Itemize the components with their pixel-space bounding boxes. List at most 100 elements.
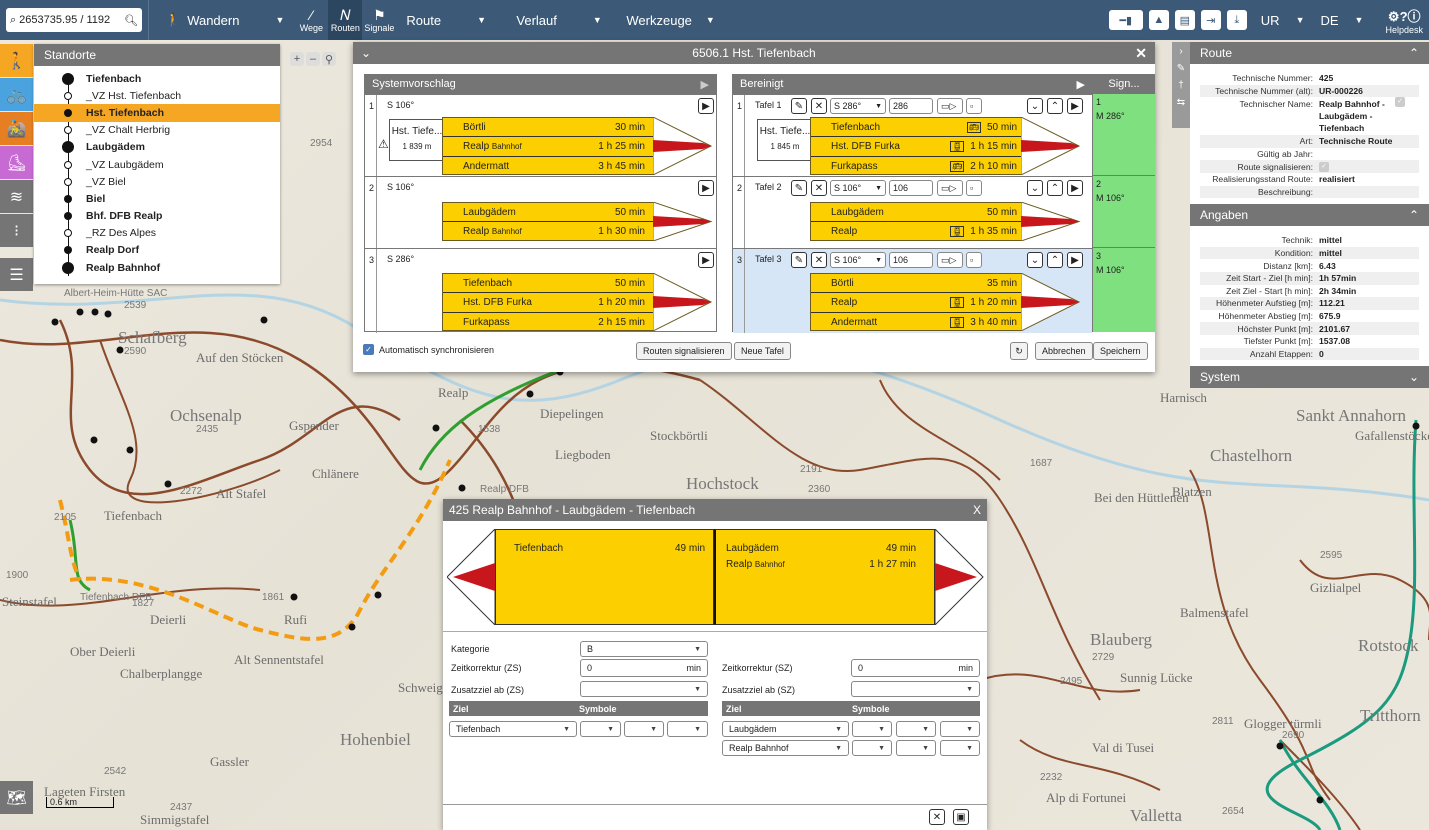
delete-button[interactable]: ✕: [811, 98, 827, 114]
save-route-button[interactable]: ▣: [953, 809, 969, 825]
auto-sync-checkbox[interactable]: ✓: [363, 344, 374, 355]
chevron-down-icon[interactable]: ▼: [1296, 15, 1305, 25]
plate-button[interactable]: ▫: [966, 252, 982, 268]
move-down-button[interactable]: ⌄: [1027, 98, 1043, 114]
symbol-select[interactable]: ▼: [896, 721, 936, 737]
signal-tool-button[interactable]: ━▮: [1108, 10, 1143, 30]
mtb-layer-button[interactable]: 🚵: [0, 112, 33, 145]
zoom-out-button[interactable]: –: [306, 52, 320, 66]
symbol-select[interactable]: ▼: [852, 721, 892, 737]
zusatzziel-sz-select[interactable]: ▼: [851, 681, 980, 697]
ziel-select[interactable]: Realp Bahnhof ▼: [722, 740, 849, 756]
helpdesk-button[interactable]: ⚙?ⓘ Helpdesk: [1385, 6, 1423, 35]
save-button[interactable]: Speichern: [1093, 342, 1148, 360]
chevron-right-icon[interactable]: ›: [1179, 46, 1182, 57]
symbol-select[interactable]: ▼: [896, 740, 936, 756]
signpost-icon[interactable]: †: [1178, 80, 1184, 91]
mountain-button[interactable]: ▲: [1148, 10, 1169, 30]
kategorie-select[interactable]: B ▼: [580, 641, 708, 657]
symbol-select[interactable]: ▼: [580, 721, 621, 737]
edit-button[interactable]: ✎: [791, 252, 807, 268]
degree-input[interactable]: 106: [889, 180, 933, 196]
standort-item[interactable]: Laubgädem: [34, 139, 280, 156]
move-down-button[interactable]: ⌄: [1027, 180, 1043, 196]
standorte-toggle-button[interactable]: ⁝: [0, 214, 33, 247]
degree-input[interactable]: 106: [889, 252, 933, 268]
coordinate-search[interactable]: ⌕ 2653735.95 / 1192 🔍︎: [6, 8, 142, 32]
standort-item[interactable]: _VZ Chalt Herbrig: [34, 122, 280, 139]
apply-button[interactable]: ▶: [1067, 252, 1083, 268]
menu-werkzeuge[interactable]: Werkzeuge ▼: [616, 0, 724, 40]
route-panel-header[interactable]: Route ⌃: [1190, 42, 1429, 64]
symbol-select[interactable]: ▼: [940, 740, 980, 756]
ziel-select[interactable]: Tiefenbach ▼: [449, 721, 577, 737]
symbol-select[interactable]: ▼: [667, 721, 708, 737]
refresh-button[interactable]: ↻: [1010, 342, 1028, 360]
cancel-button[interactable]: Abbrechen: [1035, 342, 1093, 360]
move-up-button[interactable]: ⌃: [1047, 98, 1063, 114]
move-up-button[interactable]: ⌃: [1047, 252, 1063, 268]
locate-button[interactable]: ⚲: [322, 52, 336, 66]
direction-select[interactable]: S 106° ▼: [830, 180, 886, 196]
zoom-in-button[interactable]: +: [290, 52, 304, 66]
menu-verlauf[interactable]: Verlauf ▼: [506, 0, 616, 40]
pencil-icon[interactable]: ✎: [1177, 63, 1185, 74]
move-up-button[interactable]: ⌃: [1047, 180, 1063, 196]
discard-button[interactable]: ✕: [929, 809, 945, 825]
signal-routes-button[interactable]: Routen signalisieren: [636, 342, 732, 360]
language-select[interactable]: DE: [1320, 13, 1338, 28]
plate-button[interactable]: ▫: [966, 180, 982, 196]
system-header[interactable]: System ⌄: [1190, 366, 1429, 389]
new-tafel-button[interactable]: Neue Tafel: [734, 342, 791, 360]
ziel-select[interactable]: Laubgädem ▼: [722, 721, 849, 737]
direction-select[interactable]: S 106° ▼: [830, 252, 886, 268]
export-button[interactable]: ⇥: [1200, 10, 1221, 30]
collapse-icon[interactable]: ⌄: [361, 46, 371, 60]
routes-toggle-button[interactable]: ☰: [0, 258, 33, 291]
edit-button[interactable]: ✎: [791, 98, 807, 114]
close-icon[interactable]: X: [973, 503, 981, 517]
degree-input[interactable]: 286: [889, 98, 933, 114]
magnifier-icon[interactable]: 🔍︎: [124, 14, 138, 27]
apply-button[interactable]: ▶: [698, 98, 714, 114]
apply-button[interactable]: ▶: [698, 252, 714, 268]
signal-cell[interactable]: 3 M 106°: [1093, 248, 1155, 332]
layers-button[interactable]: ≋: [0, 180, 33, 213]
zusatzziel-zs-select[interactable]: ▼: [580, 681, 708, 697]
warning-icon[interactable]: ⚠: [378, 137, 389, 151]
signalize-checkbox[interactable]: ✓: [1319, 161, 1329, 172]
standort-item-selected[interactable]: Hst. Tiefenbach: [34, 104, 280, 122]
arrow-type-button[interactable]: ▭▷: [937, 180, 963, 196]
menu-route[interactable]: Route ▼: [396, 0, 506, 40]
standort-item[interactable]: Tiefenbach: [34, 70, 280, 87]
hiking-layer-button[interactable]: 🚶: [0, 44, 33, 77]
move-down-button[interactable]: ⌄: [1027, 252, 1043, 268]
standort-item[interactable]: _VZ Hst. Tiefenbach: [34, 87, 280, 104]
standort-item[interactable]: Bhf. DFB Realp: [34, 208, 280, 225]
download-button[interactable]: ⤓: [1226, 10, 1247, 30]
chevron-down-icon[interactable]: ▼: [1355, 15, 1364, 25]
name-checkbox[interactable]: ✓: [1395, 97, 1405, 108]
signal-cell[interactable]: 2 M 106°: [1093, 176, 1155, 248]
standort-item[interactable]: _VZ Laubgädem: [34, 156, 280, 173]
swap-icon[interactable]: ⇆: [1177, 97, 1185, 108]
canton-select[interactable]: UR: [1261, 13, 1280, 28]
symbol-select[interactable]: ▼: [624, 721, 664, 737]
mode-wege[interactable]: ⁄ Wege: [294, 0, 328, 40]
edit-button[interactable]: ✎: [791, 180, 807, 196]
direction-select[interactable]: S 286° ▼: [830, 98, 886, 114]
standort-item[interactable]: Biel: [34, 190, 280, 207]
delete-button[interactable]: ✕: [811, 180, 827, 196]
zs-input[interactable]: 0 min: [580, 659, 708, 677]
standort-item[interactable]: Realp Bahnhof: [34, 259, 280, 276]
symbol-select[interactable]: ▼: [852, 740, 892, 756]
standort-item[interactable]: _RZ Des Alpes: [34, 225, 280, 242]
standort-item[interactable]: _VZ Biel: [34, 173, 280, 190]
signal-cell[interactable]: 1 M 286°: [1093, 94, 1155, 176]
apply-button[interactable]: ▶: [698, 180, 714, 196]
apply-button[interactable]: ▶: [1067, 180, 1083, 196]
play-icon[interactable]: ▶: [701, 78, 709, 91]
basemap-button[interactable]: 🗺︎: [0, 781, 33, 814]
mode-routen[interactable]: 𝑁 Routen: [328, 0, 363, 40]
plate-button[interactable]: ▫: [966, 98, 982, 114]
